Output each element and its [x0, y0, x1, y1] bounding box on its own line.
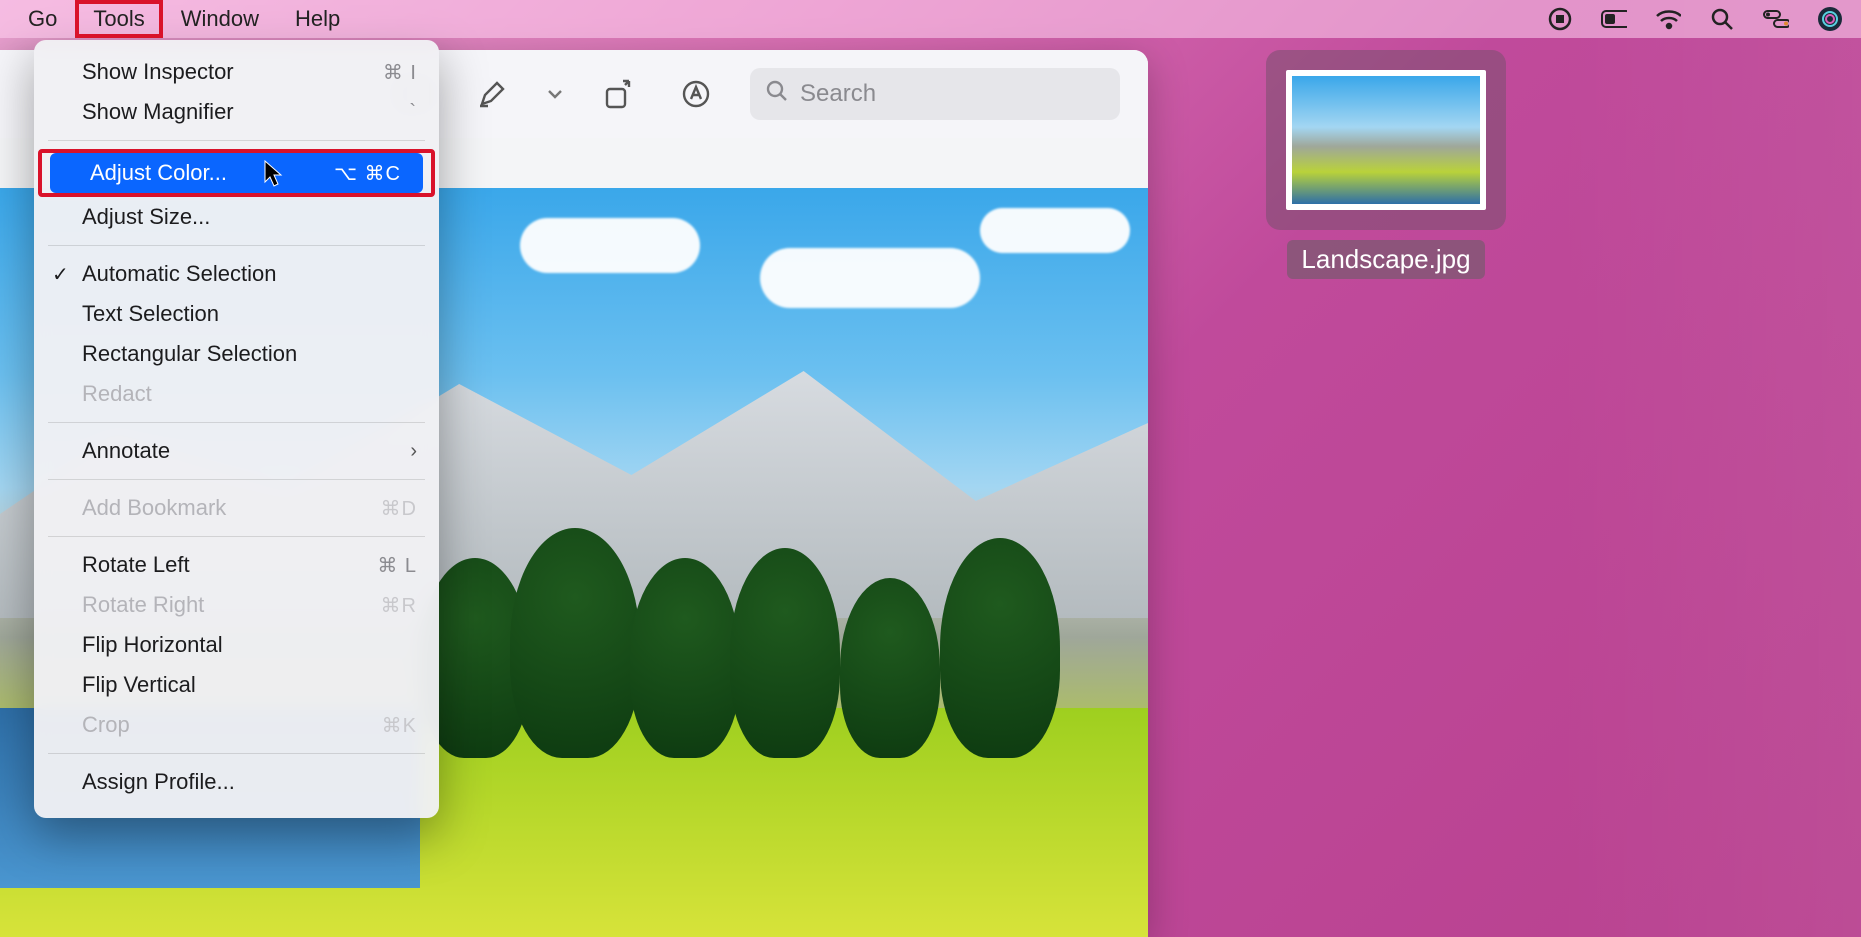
menu-item[interactable]: Show Inspector ⌘ I	[34, 52, 439, 92]
menu-item[interactable]: Adjust Color... ⌥ ⌘C	[50, 153, 423, 193]
menu-item: Add Bookmark ⌘D	[34, 488, 439, 528]
menu-item-label: Annotate	[82, 438, 170, 464]
menu-item[interactable]: Flip Horizontal	[34, 625, 439, 665]
menubar: Go Tools Window Help	[0, 0, 1861, 38]
edit-icon[interactable]	[468, 70, 516, 118]
search-placeholder: Search	[800, 80, 876, 108]
chevron-right-icon: ›	[410, 440, 417, 463]
tools-menu-dropdown: Show Inspector ⌘ I Show Magnifier ` Adjust C…	[34, 40, 439, 818]
menu-item-label: Rotate Left	[82, 552, 190, 578]
edit-dropdown-icon[interactable]	[546, 89, 564, 99]
highlight-box: Adjust Color... ⌥ ⌘C	[38, 149, 435, 197]
menu-separator	[48, 140, 425, 141]
menu-separator	[48, 536, 425, 537]
menu-item-label: Rectangular Selection	[82, 341, 297, 367]
spotlight-icon[interactable]	[1709, 6, 1735, 32]
screen-right-edge	[1555, 0, 1861, 937]
menu-item-label: Text Selection	[82, 301, 219, 327]
menubar-tray	[1547, 6, 1861, 32]
menu-item[interactable]: Adjust Size...	[34, 197, 439, 237]
menu-item[interactable]: Text Selection	[34, 294, 439, 334]
menu-shortcut: ⌘R	[381, 593, 417, 618]
wifi-icon[interactable]	[1655, 6, 1681, 32]
menu-item-label: Show Inspector	[82, 59, 234, 85]
menu-shortcut: ⌘D	[381, 496, 417, 521]
menu-shortcut: ⌘ I	[383, 60, 417, 85]
menu-separator	[48, 245, 425, 246]
search-input[interactable]: Search	[750, 68, 1120, 120]
menu-item: Redact	[34, 374, 439, 414]
menu-item: Crop ⌘K	[34, 705, 439, 745]
menu-shortcut: `	[409, 101, 417, 124]
menu-item[interactable]: Flip Vertical	[34, 665, 439, 705]
menu-item: Rotate Right ⌘R	[34, 585, 439, 625]
menu-item[interactable]: Show Magnifier `	[34, 92, 439, 132]
menu-item-label: Flip Vertical	[82, 672, 196, 698]
menu-item[interactable]: ✓ Automatic Selection	[34, 254, 439, 294]
menu-separator	[48, 479, 425, 480]
record-icon[interactable]	[1547, 6, 1573, 32]
control-center-icon[interactable]	[1763, 6, 1789, 32]
menu-item-label: Add Bookmark	[82, 495, 226, 521]
menu-item[interactable]: Rectangular Selection	[34, 334, 439, 374]
menu-item[interactable]: Annotate ›	[34, 431, 439, 471]
menu-go[interactable]: Go	[10, 2, 75, 36]
menu-window[interactable]: Window	[163, 2, 277, 36]
menu-shortcut: ⌥ ⌘C	[334, 161, 401, 186]
menu-separator	[48, 753, 425, 754]
menu-item-label: Adjust Color...	[90, 160, 227, 186]
menu-item-label: Rotate Right	[82, 592, 204, 618]
markup-icon[interactable]	[672, 70, 720, 118]
desktop-file[interactable]: Landscape.jpg	[1261, 50, 1511, 279]
menu-tools[interactable]: Tools	[75, 0, 162, 38]
search-icon	[766, 80, 788, 109]
rotate-icon[interactable]	[594, 70, 642, 118]
menu-item-label: Crop	[82, 712, 130, 738]
menu-item-label: Automatic Selection	[82, 261, 276, 287]
check-icon: ✓	[52, 262, 69, 287]
menu-shortcut: ⌘ L	[377, 553, 417, 578]
menu-help[interactable]: Help	[277, 2, 358, 36]
menu-item[interactable]: Assign Profile...	[34, 762, 439, 802]
battery-icon[interactable]	[1601, 6, 1627, 32]
menu-item[interactable]: Rotate Left ⌘ L	[34, 545, 439, 585]
menu-item-label: Assign Profile...	[82, 769, 235, 795]
menu-item-label: Redact	[82, 381, 152, 407]
menu-item-label: Flip Horizontal	[82, 632, 223, 658]
menu-item-label: Show Magnifier	[82, 99, 234, 125]
menu-separator	[48, 422, 425, 423]
siri-icon[interactable]	[1817, 6, 1843, 32]
file-name-label: Landscape.jpg	[1287, 240, 1484, 279]
menu-shortcut: ⌘K	[382, 713, 417, 738]
menu-item-label: Adjust Size...	[82, 204, 210, 230]
file-thumbnail	[1266, 50, 1506, 230]
